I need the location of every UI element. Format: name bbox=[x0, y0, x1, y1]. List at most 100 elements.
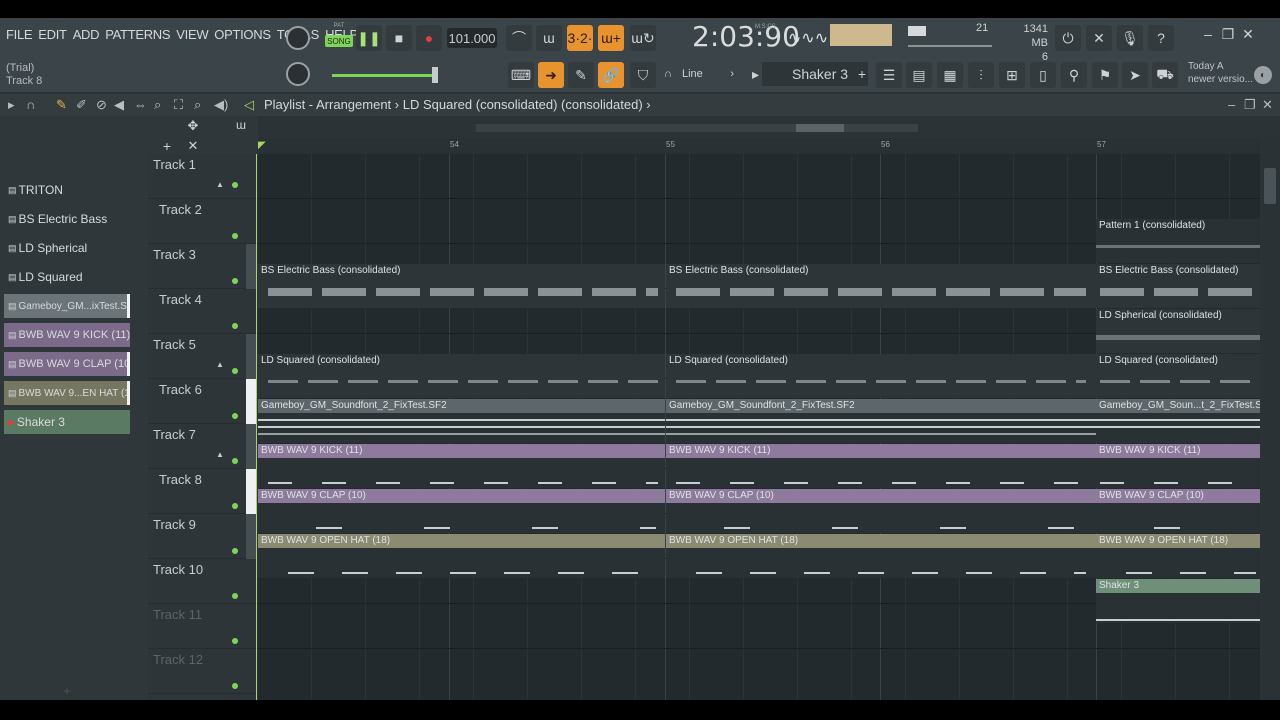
metronome-button[interactable]: ⌒ bbox=[506, 25, 532, 51]
cpu-panic-button[interactable]: ⏻ bbox=[1055, 25, 1081, 51]
select-icon[interactable]: ⛶ bbox=[174, 97, 183, 113]
mixer-button[interactable]: ⫶ bbox=[968, 62, 994, 88]
close-button[interactable]: ✕ bbox=[1240, 26, 1256, 43]
project-button[interactable]: ▯ bbox=[1030, 62, 1056, 88]
track-header[interactable]: Track 9 bbox=[148, 514, 258, 559]
wait-input-button[interactable]: ɯ bbox=[536, 25, 562, 51]
track-enable-led[interactable] bbox=[232, 548, 238, 554]
track-header[interactable]: Track 3 bbox=[148, 244, 258, 289]
typing-keyboard-button[interactable]: ⌨ bbox=[508, 62, 534, 88]
clip-kick[interactable]: BWB WAV 9 KICK (11) bbox=[666, 444, 1096, 488]
track-enable-led[interactable] bbox=[232, 458, 238, 464]
minimize-button[interactable]: – bbox=[1200, 26, 1216, 42]
menu-view[interactable]: VIEW bbox=[176, 27, 208, 42]
zoom-icon[interactable]: ⌕ bbox=[194, 97, 201, 113]
picker-item-triton[interactable]: ▤ TRITON bbox=[4, 178, 130, 202]
add-track-icon[interactable]: + bbox=[158, 138, 176, 154]
pencil-icon[interactable]: ✎ bbox=[56, 97, 67, 113]
picker-item-clap[interactable]: ▤ BWB WAV 9 CLAP (10) bbox=[4, 352, 130, 376]
clip-hat[interactable]: BWB WAV 9 OPEN HAT (18) bbox=[258, 534, 665, 578]
browser-button[interactable]: ⊞ bbox=[999, 62, 1025, 88]
move-tool-icon[interactable]: ✥ bbox=[184, 118, 202, 134]
restore-icon[interactable]: ❐ bbox=[1244, 97, 1256, 113]
help-button[interactable]: ? bbox=[1148, 25, 1174, 51]
master-volume-thumb[interactable] bbox=[432, 67, 438, 83]
tempo-display[interactable]: 101.000 bbox=[447, 28, 497, 48]
track-header[interactable]: Track 12 bbox=[148, 649, 258, 694]
track-header[interactable]: Track 5 ▲ bbox=[148, 334, 258, 379]
track-collapse-icon[interactable]: ▲ bbox=[216, 360, 224, 369]
pattern-selector[interactable]: ▸ Shaker 3 + bbox=[752, 62, 868, 86]
main-volume-knob[interactable] bbox=[286, 26, 310, 50]
pencil-tool-button[interactable]: ✎ bbox=[568, 62, 594, 88]
clip-gameboy[interactable]: Gameboy_GM_Soun...t_2_FixTest.SF2 bbox=[1096, 399, 1260, 443]
magnet-icon[interactable]: ∩ bbox=[26, 97, 35, 112]
slip-icon[interactable]: ⇔ bbox=[134, 97, 147, 112]
snap-link-button[interactable]: 🔗 bbox=[598, 62, 624, 88]
menu-patterns[interactable]: PATTERNS bbox=[105, 27, 170, 42]
delete-icon[interactable]: ⊘ bbox=[96, 97, 107, 113]
song-mode-button[interactable]: SONG bbox=[325, 35, 353, 47]
menu-options[interactable]: OPTIONS bbox=[214, 27, 271, 42]
play-button[interactable]: ❚❚ bbox=[356, 25, 382, 51]
track-enable-led[interactable] bbox=[232, 638, 238, 644]
track-header[interactable]: Track 6 bbox=[148, 379, 258, 424]
track-header[interactable]: Track 11 bbox=[148, 604, 258, 649]
clip-kick[interactable]: BWB WAV 9 KICK (11) bbox=[1096, 444, 1260, 488]
track-header[interactable]: Track 4 bbox=[148, 289, 258, 334]
pat-mode-label[interactable]: PAT bbox=[327, 23, 351, 29]
mute-icon[interactable]: ◀ bbox=[114, 97, 124, 113]
menu-add[interactable]: ADD bbox=[73, 27, 100, 42]
clip-gameboy[interactable]: Gameboy_GM_Soundfont_2_FixTest.SF2 bbox=[258, 399, 665, 443]
clip-squared[interactable]: LD Squared (consolidated) bbox=[1096, 354, 1260, 398]
clip-clap[interactable]: BWB WAV 9 CLAP (10) bbox=[666, 489, 1096, 533]
clip-hat[interactable]: BWB WAV 9 OPEN HAT (18) bbox=[666, 534, 1096, 578]
picker-item-shaker[interactable]: ▶ Shaker 3 bbox=[4, 410, 130, 434]
track-enable-led[interactable] bbox=[232, 233, 238, 239]
track-enable-led[interactable] bbox=[232, 413, 238, 419]
restore-button[interactable]: ❐ bbox=[1220, 26, 1236, 43]
pitch-knob[interactable] bbox=[286, 62, 310, 86]
track-enable-led[interactable] bbox=[232, 683, 238, 689]
tutorial-button[interactable]: ➤ bbox=[1122, 62, 1148, 88]
step-edit-button[interactable]: ➜ bbox=[538, 62, 564, 88]
horizontal-scroll-thumb[interactable] bbox=[796, 124, 844, 132]
clip-clap[interactable]: BWB WAV 9 CLAP (10) bbox=[1096, 489, 1260, 533]
picker-item-bass[interactable]: ▤ BS Electric Bass bbox=[4, 207, 130, 231]
brush-icon[interactable]: ✐ bbox=[76, 97, 87, 113]
clip-squared[interactable]: LD Squared (consolidated) bbox=[666, 354, 1096, 398]
clip-bass[interactable]: BS Electric Bass (consolidated) bbox=[666, 264, 1096, 308]
clip-spherical[interactable]: LD Spherical (consolidated) bbox=[1096, 309, 1260, 353]
stamp-button[interactable]: ⛉ bbox=[630, 62, 656, 88]
blend-notes-button[interactable]: ɯ+ bbox=[598, 25, 624, 51]
playback-icon[interactable]: ◀) bbox=[214, 97, 228, 113]
channel-rack-button[interactable]: ▦ bbox=[937, 62, 963, 88]
track-enable-led[interactable] bbox=[232, 503, 238, 509]
clip-gameboy[interactable]: Gameboy_GM_Soundfont_2_FixTest.SF2 bbox=[666, 399, 1096, 443]
track-header[interactable]: Track 1 ▲ bbox=[148, 154, 258, 199]
track-enable-led[interactable] bbox=[232, 182, 238, 188]
clip-hat[interactable]: BWB WAV 9 OPEN HAT (18) bbox=[1096, 534, 1260, 578]
record-button[interactable]: ● bbox=[416, 25, 442, 51]
track-header[interactable]: Track 2 bbox=[148, 199, 258, 244]
picker-item-hat[interactable]: ▤ BWB WAV 9...EN HAT (18) bbox=[4, 381, 130, 405]
clip-kick[interactable]: BWB WAV 9 KICK (11) bbox=[258, 444, 665, 488]
timeline-ruler[interactable]: ◤ 54 55 56 57 bbox=[258, 138, 1260, 154]
minimize-icon[interactable]: – bbox=[1228, 97, 1235, 112]
stop-button[interactable]: ■ bbox=[386, 25, 412, 51]
close-icon[interactable]: ✕ bbox=[1262, 97, 1273, 113]
track-header[interactable]: Track 7 ▲ bbox=[148, 424, 258, 469]
track-header[interactable]: Track 8 bbox=[148, 469, 258, 514]
picker-item-kick[interactable]: ▤ BWB WAV 9 KICK (11) bbox=[4, 323, 130, 347]
track-enable-led[interactable] bbox=[232, 323, 238, 329]
clip-bass[interactable]: BS Electric Bass (consolidated) bbox=[1096, 264, 1260, 308]
playhead-marker-icon[interactable]: ◤ bbox=[258, 140, 266, 151]
track-enable-led[interactable] bbox=[232, 368, 238, 374]
arrow-right-icon[interactable]: ▸ bbox=[8, 97, 15, 113]
clip-squared[interactable]: LD Squared (consolidated) bbox=[258, 354, 665, 398]
toolbar-tool-button[interactable]: ✕ bbox=[1086, 25, 1112, 51]
song-time-display[interactable]: 2:03:90 bbox=[692, 20, 800, 53]
playlist-breadcrumb[interactable]: LD Squared (consolidated) (consolidated) bbox=[403, 97, 643, 112]
mic-button[interactable]: 🎙 bbox=[1117, 25, 1143, 51]
track-enable-led[interactable] bbox=[232, 278, 238, 284]
